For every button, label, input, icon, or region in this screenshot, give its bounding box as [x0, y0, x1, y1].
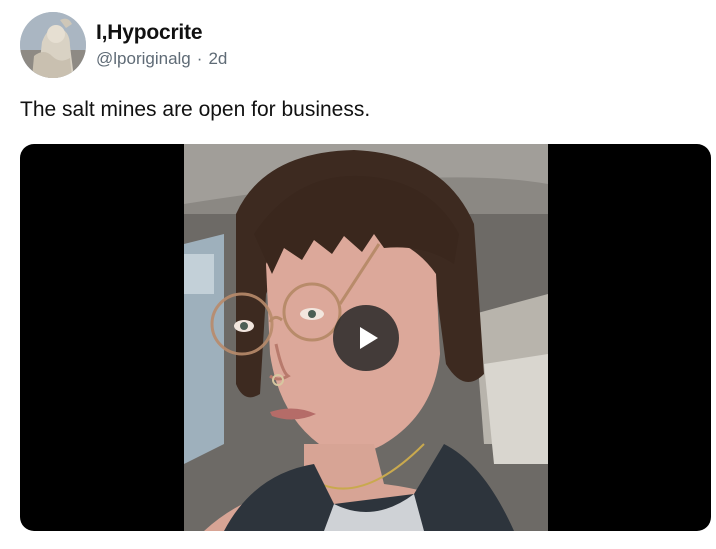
post-card: I,Hypocrite @lporiginalg · 2d The salt min…: [0, 0, 716, 549]
author-handle[interactable]: @lporiginalg: [96, 49, 191, 68]
post-text: The salt mines are open for business.: [20, 98, 371, 121]
play-button[interactable]: [333, 305, 399, 371]
meta-separator: ·: [196, 49, 203, 68]
statue-avatar-icon: [20, 12, 86, 78]
play-icon: [359, 327, 378, 349]
video-player[interactable]: [20, 144, 711, 531]
post-timestamp[interactable]: 2d: [208, 49, 227, 68]
author-display-name[interactable]: I,Hypocrite: [96, 20, 227, 46]
author-meta: I,Hypocrite @lporiginalg · 2d: [96, 20, 227, 70]
post-header: I,Hypocrite @lporiginalg · 2d: [20, 12, 227, 78]
avatar[interactable]: [20, 12, 86, 78]
author-subline: @lporiginalg · 2d: [96, 48, 227, 70]
